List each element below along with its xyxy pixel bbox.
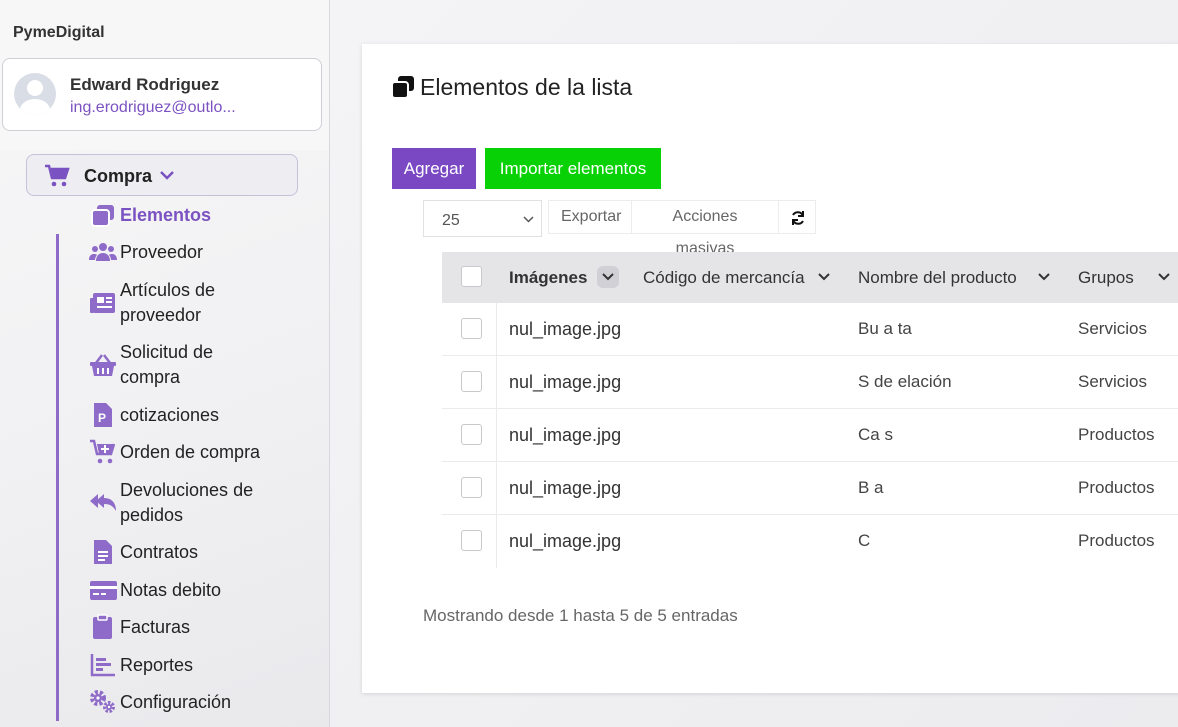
sidebar-item-label: Contratos (120, 542, 199, 562)
sort-button[interactable] (597, 266, 619, 288)
svg-text:P: P (98, 411, 106, 425)
cart-plus-icon (90, 439, 116, 464)
reply-all-icon (90, 494, 116, 511)
sidebar-item-label: Solicitud de (120, 342, 214, 362)
cell-image: nul_image.jpg (509, 425, 622, 445)
copy-icon (91, 205, 114, 227)
column-header-imagenes[interactable]: Imágenes (509, 268, 587, 288)
users-icon (89, 243, 117, 261)
chevron-down-icon[interactable] (1038, 272, 1050, 282)
credit-card-icon (90, 581, 117, 600)
cell-product-name: Bu a ta (858, 319, 912, 338)
brand-name: PymeDigital (13, 24, 105, 41)
newspaper-icon (90, 293, 115, 313)
chart-icon (90, 654, 115, 677)
chevron-down-icon (602, 273, 614, 281)
table-row[interactable]: nul_image.jpg B a Productos (442, 462, 1178, 515)
table-header: Imágenes Código de mercancía Nombre del … (442, 252, 1178, 303)
copy-icon (391, 76, 414, 99)
row-checkbox[interactable] (461, 477, 482, 498)
cell-group: Servicios (1078, 372, 1147, 391)
sidebar-item-label: pedidos (120, 505, 184, 525)
table-row[interactable]: nul_image.jpg S de elación Servicios (442, 356, 1178, 409)
sidebar-item-label: Proveedor (120, 242, 204, 262)
menu-indent-line (56, 234, 59, 721)
page-size-value: 25 (442, 212, 460, 229)
cell-image: nul_image.jpg (509, 319, 622, 339)
sidebar-item-label: Orden de compra (120, 442, 261, 462)
sidebar: PymeDigital Edward Rodriguez ing.erodrig… (0, 0, 330, 727)
sidebar-item-label: Facturas (120, 617, 191, 637)
cell-group: Servicios (1078, 319, 1147, 338)
cell-group: Productos (1078, 425, 1155, 444)
column-header-codigo[interactable]: Código de mercancía (643, 268, 805, 288)
cell-group: Productos (1078, 531, 1155, 550)
cell-product-name: S de elación (858, 372, 952, 391)
chevron-down-icon (160, 171, 174, 180)
row-checkbox[interactable] (461, 424, 482, 445)
row-checkbox[interactable] (461, 371, 482, 392)
cell-image: nul_image.jpg (509, 478, 622, 498)
chevron-down-icon[interactable] (818, 272, 830, 282)
bulk-actions-button[interactable]: Acciones masivas (631, 200, 779, 257)
clipboard-icon (93, 614, 112, 639)
pagination-info: Mostrando desde 1 hasta 5 de 5 entradas (423, 606, 738, 625)
file-text-icon (94, 540, 112, 564)
sidebar-item-label: compra (120, 367, 181, 387)
column-header-nombre[interactable]: Nombre del producto (858, 268, 1017, 288)
table-row[interactable]: nul_image.jpg Ca s Productos (442, 409, 1178, 462)
cell-product-name: C (858, 531, 871, 550)
sidebar-item-label: Reportes (120, 655, 194, 675)
select-all-checkbox[interactable] (461, 266, 482, 287)
basket-icon (90, 354, 116, 376)
cell-group: Productos (1078, 478, 1155, 497)
file-p-icon: P (94, 403, 112, 427)
avatar (14, 73, 56, 115)
page-title: Elementos de la lista (420, 74, 633, 100)
cell-image: nul_image.jpg (509, 531, 622, 551)
cogs-icon (90, 690, 115, 713)
import-button[interactable]: Importar elementos (485, 148, 661, 189)
sidebar-item-label: Artículos de (120, 280, 216, 300)
chevron-down-icon[interactable] (1158, 272, 1170, 282)
row-checkbox[interactable] (461, 318, 482, 339)
add-button[interactable]: Agregar (392, 148, 476, 189)
table-row[interactable]: nul_image.jpg C Productos (442, 515, 1178, 568)
menu-section-compra[interactable]: Compra (26, 154, 298, 196)
refresh-button[interactable] (778, 200, 816, 234)
sidebar-item-label: cotizaciones (120, 405, 220, 425)
refresh-icon (792, 211, 804, 225)
sidebar-item-label: Notas debito (120, 580, 222, 600)
shopping-cart-icon (45, 164, 70, 187)
menu-section-label: Compra (84, 166, 153, 186)
profile-card[interactable]: Edward Rodriguez ing.erodriguez@outlo... (2, 58, 322, 131)
export-button[interactable]: Exportar (548, 200, 632, 234)
sidebar-item-label: proveedor (120, 305, 202, 325)
column-header-grupos[interactable]: Grupos (1078, 268, 1134, 288)
sidebar-item-label: Devoluciones de (120, 480, 254, 500)
profile-email: ing.erodriguez@outlo... (70, 99, 236, 116)
cell-product-name: Ca s (858, 425, 893, 444)
chevron-down-icon (523, 216, 534, 223)
table-row[interactable]: nul_image.jpg Bu a ta Servicios (442, 303, 1178, 356)
sidebar-item-label: Configuración (120, 692, 232, 712)
sidebar-item-label: Elementos (120, 205, 212, 225)
row-checkbox[interactable] (461, 530, 482, 551)
cell-product-name: B a (858, 478, 884, 497)
page-size-select[interactable]: 25 (423, 200, 542, 237)
cell-image: nul_image.jpg (509, 372, 622, 392)
profile-name: Edward Rodriguez (70, 75, 220, 94)
